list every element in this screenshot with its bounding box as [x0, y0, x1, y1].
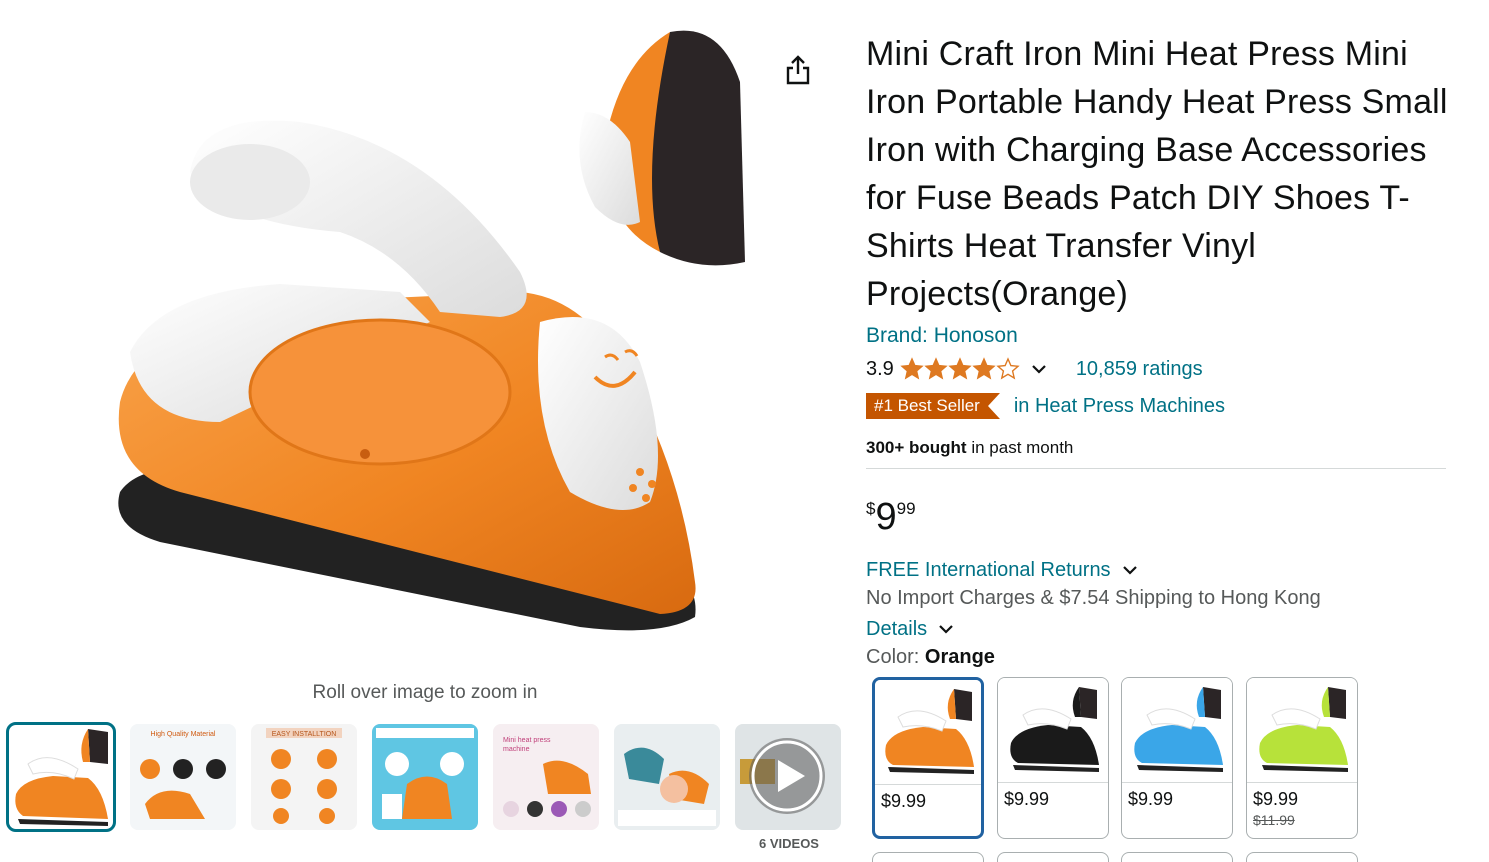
star-icon: [972, 357, 996, 380]
svg-text:machine: machine: [503, 746, 530, 753]
bought-count: 300+ bought: [866, 438, 967, 457]
bought-suffix: in past month: [966, 438, 1074, 457]
swatch-row-2-item[interactable]: [997, 852, 1109, 862]
brand-link[interactable]: Brand: Honoson: [866, 324, 1456, 348]
rating-value: 3.9: [866, 357, 894, 380]
color-swatch-green[interactable]: $9.99 $11.99: [1246, 677, 1358, 839]
color-selection-label: Color: Orange: [866, 646, 1456, 669]
price-fraction: 99: [896, 499, 916, 518]
best-seller-category-link[interactable]: in Heat Press Machines: [1014, 395, 1225, 418]
price: $ 9 99: [866, 497, 1456, 541]
free-returns-link[interactable]: FREE International Returns: [866, 559, 1111, 582]
bought-in-past-month: 300+ bought in past month: [866, 438, 1456, 458]
share-button[interactable]: [780, 52, 816, 88]
best-seller-row: #1 Best Seller in Heat Press Machines: [866, 392, 1456, 420]
swatch-row-2-item[interactable]: [1121, 852, 1233, 862]
svg-text:EASY INSTALLTION: EASY INSTALLTION: [272, 731, 337, 738]
thumbnail-4[interactable]: [372, 724, 478, 830]
color-value: Orange: [924, 646, 995, 668]
videos-count-label: 6 VIDEOS: [759, 836, 819, 851]
swatch-image: [1122, 678, 1232, 782]
swatch-image: [998, 678, 1108, 782]
thumbnail-video[interactable]: [735, 724, 841, 830]
details-row: Details: [866, 616, 1456, 642]
swatch-image: [875, 680, 981, 784]
chevron-down-icon[interactable]: [937, 620, 955, 638]
swatch-price: $9.99: [881, 791, 927, 811]
chevron-down-icon[interactable]: [1030, 360, 1048, 378]
swatch-price: $9.99: [1128, 789, 1174, 809]
swatch-row-2-item[interactable]: [872, 852, 984, 862]
color-swatch-black[interactable]: $9.99: [997, 677, 1109, 839]
price-symbol: $: [866, 499, 876, 518]
color-swatch-blue[interactable]: $9.99: [1121, 677, 1233, 839]
share-icon: [786, 55, 810, 85]
divider: [866, 468, 1446, 469]
product-info-panel: Mini Craft Iron Mini Heat Press Mini Iro…: [866, 30, 1456, 669]
star-icon: [900, 357, 924, 380]
thumbnail-3[interactable]: EASY INSTALLTION: [251, 724, 357, 830]
thumbnail-6[interactable]: [614, 724, 720, 830]
main-product-image[interactable]: [100, 22, 760, 662]
svg-text:High Quality Material: High Quality Material: [151, 731, 216, 738]
zoom-hint: Roll over image to zoom in: [312, 682, 538, 703]
details-link[interactable]: Details: [866, 618, 927, 641]
best-seller-badge[interactable]: #1 Best Seller: [866, 393, 1000, 419]
star-icon: [948, 357, 972, 380]
thumbnail-1[interactable]: [6, 722, 116, 832]
swatch-row-2-item[interactable]: [1246, 852, 1358, 862]
swatch-price: $9.99: [1253, 789, 1299, 809]
svg-text:Mini heat press: Mini heat press: [503, 737, 551, 744]
thumbnail-2[interactable]: High Quality Material: [130, 724, 236, 830]
swatch-old-price: $11.99: [1253, 812, 1295, 828]
star-icon: [996, 357, 1020, 380]
price-whole: 9: [875, 496, 897, 538]
product-title: Mini Craft Iron Mini Heat Press Mini Iro…: [866, 35, 1448, 313]
swatch-price: $9.99: [1004, 789, 1050, 809]
star-icon: [924, 357, 948, 380]
rating-stars[interactable]: [900, 357, 1020, 381]
chevron-down-icon[interactable]: [1121, 561, 1139, 579]
ratings-count-link[interactable]: 10,859 ratings: [1076, 358, 1203, 381]
returns-row: FREE International Returns: [866, 557, 1456, 583]
thumbnail-5[interactable]: Mini heat press machine: [493, 724, 599, 830]
color-label: Color:: [866, 646, 925, 668]
rating-row: 3.9 10,859 ratings: [866, 354, 1456, 384]
color-swatch-orange[interactable]: $9.99: [872, 677, 984, 839]
shipping-info: No Import Charges & $7.54 Shipping to Ho…: [866, 587, 1321, 609]
swatch-image: [1247, 678, 1357, 782]
